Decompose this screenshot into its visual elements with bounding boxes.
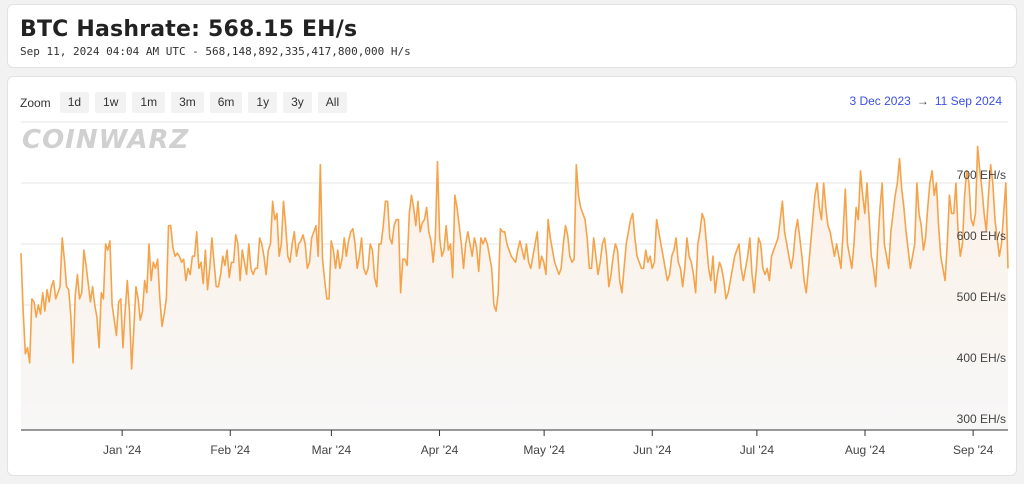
x-tick-label: Aug '24 — [845, 443, 886, 457]
x-tick-label: Mar '24 — [312, 443, 352, 457]
x-tick-label: Feb '24 — [210, 443, 250, 457]
hashrate-chart[interactable]: COINWARZ Jan '24 Feb '24 Mar '24 Apr '24 May … — [0, 0, 1024, 484]
y-tick-label: 400 EH/s — [957, 351, 1006, 365]
y-tick-label: 500 EH/s — [957, 290, 1006, 304]
y-tick-label: 700 EH/s — [957, 168, 1006, 182]
x-tick-label: Apr '24 — [421, 443, 459, 457]
x-tick-label: Jun '24 — [633, 443, 672, 457]
x-tick-label: May '24 — [523, 443, 565, 457]
x-tick-label: Jan '24 — [103, 443, 142, 457]
coinwarz-watermark: COINWARZ — [22, 125, 190, 155]
x-tick-label: Jul '24 — [740, 443, 775, 457]
y-tick-label: 600 EH/s — [957, 229, 1006, 243]
y-tick-label: 300 EH/s — [957, 412, 1006, 426]
x-tick-label: Sep '24 — [953, 443, 994, 457]
